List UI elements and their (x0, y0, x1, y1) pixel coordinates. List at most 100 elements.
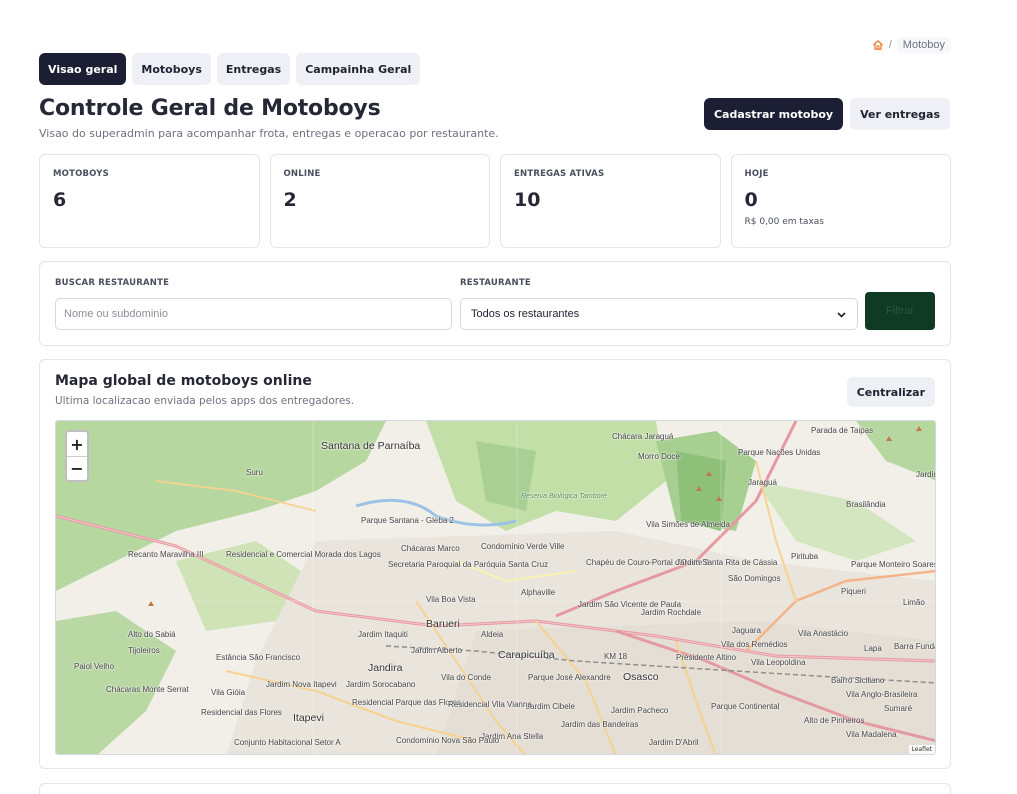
zoom-in-button[interactable]: + (67, 432, 87, 456)
stat-card-entregas-ativas: ENTREGAS ATIVAS 10 (500, 154, 721, 248)
filter-button[interactable]: Filtrar (865, 292, 935, 330)
map-label: Residencial Vila Vianna (448, 700, 532, 709)
map-label: Chácaras Marco (401, 544, 460, 553)
map-label: Residencial Parque das Flores (352, 698, 461, 707)
map-label: São Domingos (728, 574, 781, 583)
map-label: Brasilândia (846, 500, 886, 509)
map-label: Parque Continental (711, 702, 780, 711)
map-label: Jardim D'Abril (649, 738, 699, 747)
map-label: Parque Nações Unidas (738, 448, 821, 457)
header-actions: Cadastrar motoboy Ver entregas (703, 98, 950, 130)
home-icon[interactable] (872, 39, 884, 51)
map-label: Vila Gióia (211, 688, 246, 697)
map-label: Bairro Siciliano (831, 676, 885, 685)
map-label: Suru (246, 468, 263, 477)
map-label: Recanto Maravilha III (128, 550, 204, 559)
map-label: Parque José Alexandre (528, 673, 611, 682)
map-label: Conjunto Habitacional Setor A (234, 738, 341, 747)
map-label: Vila Boa Vista (426, 595, 476, 604)
map-label: Vila Anastácio (798, 629, 849, 638)
zoom-out-button[interactable]: − (67, 456, 87, 480)
cadastrar-motoboy-button[interactable]: Cadastrar motoboy (703, 98, 844, 130)
page-title: Controle Geral de Motoboys (39, 96, 381, 121)
map-label: Barra Funda (894, 642, 936, 651)
search-input[interactable]: Nome ou subdominio (55, 298, 452, 330)
restaurant-select[interactable]: Todos os restaurantes (460, 298, 858, 330)
stat-note: R$ 0,00 em taxas (744, 217, 824, 227)
map-label: Jardim Pacheco (611, 706, 669, 715)
map-label: Chácaras Monte Serrat (106, 685, 189, 694)
map-label: Vila dos Remédios (721, 640, 788, 649)
map-label: Vila Anglo-Brasileira (846, 690, 918, 699)
map-label: Paiol Velho (74, 662, 115, 671)
map-label: Jardim Itaquiti (358, 630, 408, 639)
map-label: Jardim Alberto (411, 646, 463, 655)
map-label: Chácara Jaraguá (612, 432, 674, 441)
map-label: Secretaria Paroquial da Paróquia Santa C… (388, 560, 549, 569)
map-label: Parque Monteiro Soares (851, 560, 936, 569)
map-label: Parada de Taipas (811, 426, 874, 435)
map-label: Vila Simões de Almeida (646, 520, 730, 529)
map-label: Residencial das Flores (201, 708, 282, 717)
map-label: Presidente Altino (676, 653, 737, 662)
stat-label: HOJE (744, 169, 769, 179)
centralizar-button[interactable]: Centralizar (846, 377, 935, 407)
map-label: Jaguara (732, 626, 761, 635)
zoom-control: + − (65, 430, 89, 482)
map-label: Morro Doce (638, 452, 680, 461)
map-label: Itapevi (293, 712, 324, 724)
map-title: Mapa global de motoboys online (55, 373, 312, 389)
map-label: Vila Leopoldina (751, 658, 806, 667)
map-label: Jardim Julio (916, 470, 935, 479)
map-label: Alto de Pinheiros (804, 716, 865, 725)
map-label: Pirituba (791, 552, 819, 561)
map-label: Jandira (368, 662, 403, 674)
stats-row: MOTOBOYS 6 ONLINE 2 ENTREGAS ATIVAS 10 H… (39, 154, 951, 248)
map-view[interactable]: Santana de Parnaíba Suru Parque Santana … (55, 420, 936, 755)
stat-label: MOTOBOYS (53, 169, 109, 179)
chevron-down-icon (837, 311, 846, 318)
next-card (39, 783, 951, 794)
map-label: Vila Madalena (846, 730, 897, 739)
ver-entregas-button[interactable]: Ver entregas (850, 98, 950, 130)
restaurant-select-label: RESTAURANTE (460, 278, 531, 288)
map-label: Jardim Nova Itapevi (266, 680, 337, 689)
map-label: Estância São Francisco (216, 653, 301, 662)
stat-card-motoboys: MOTOBOYS 6 (39, 154, 260, 248)
map-label: Osasco (623, 671, 659, 683)
map-label: Sumaré (884, 704, 913, 713)
map-label: Alphaville (521, 588, 556, 597)
map-label: Residencial e Comercial Morada dos Lagos (226, 550, 381, 559)
search-label: BUSCAR RESTAURANTE (55, 278, 170, 288)
stat-value: 0 (744, 189, 758, 211)
tab-bar: Visao geral Motoboys Entregas Campainha … (39, 53, 421, 85)
stat-value: 10 (514, 189, 541, 211)
map-label: Barueri (426, 618, 460, 630)
map-attribution[interactable]: Leaflet (908, 745, 935, 754)
map-label: Jardim Sorocabano (346, 680, 416, 689)
filter-card: BUSCAR RESTAURANTE Nome ou subdominio RE… (39, 261, 951, 346)
stat-card-online: ONLINE 2 (269, 154, 490, 248)
restaurant-select-value: Todos os restaurantes (471, 308, 580, 320)
map-label: Alto do Sabiá (128, 630, 176, 639)
page-subtitle: Visao do superadmin para acompanhar frot… (39, 127, 499, 140)
map-label: Piqueri (841, 587, 866, 596)
stat-label: ENTREGAS ATIVAS (514, 169, 605, 179)
tab-entregas[interactable]: Entregas (216, 53, 291, 85)
map-label: Parque Santana - Gleba 2 (361, 516, 454, 525)
stat-card-hoje: HOJE 0 R$ 0,00 em taxas (730, 154, 951, 248)
tab-visao-geral[interactable]: Visao geral (39, 53, 127, 85)
map-subtitle: Ultima localizacao enviada pelos apps do… (55, 395, 355, 407)
map-label: Aldeia (481, 630, 504, 639)
map-card: Mapa global de motoboys online Ultima lo… (39, 359, 951, 769)
stat-label: ONLINE (283, 169, 321, 179)
stat-value: 2 (283, 189, 297, 211)
map-label: Jardim Santa Rita de Cássia (676, 558, 778, 567)
map-label: Jardim Cibele (526, 702, 575, 711)
map-label: Jardim Rochdale (641, 608, 702, 617)
map-label: Lapa (864, 644, 882, 653)
map-label: Santana de Parnaíba (321, 440, 421, 452)
tab-motoboys[interactable]: Motoboys (132, 53, 211, 85)
tab-campainha-geral[interactable]: Campainha Geral (296, 53, 421, 85)
map-label: Jardim das Bandeiras (561, 720, 639, 729)
